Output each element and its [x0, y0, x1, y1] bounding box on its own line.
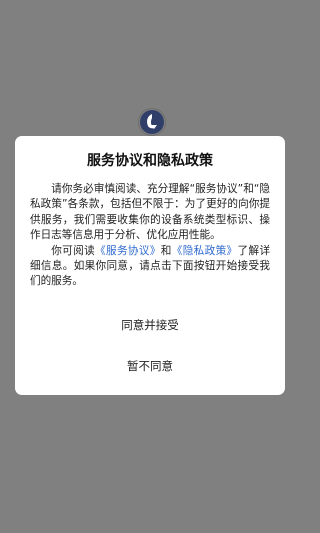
- consent-paragraph-2: 你可阅读《服务协议》和《隐私政策》了解详细信息。如果你同意，请点击下面按钮开始接…: [30, 244, 270, 290]
- service-agreement-link[interactable]: 《服务协议》: [95, 245, 161, 257]
- app-logo-icon: [138, 108, 166, 136]
- privacy-policy-link[interactable]: 《隐私政策》: [172, 245, 238, 257]
- paragraph-2-and: 和: [160, 244, 172, 257]
- dialog-body: 请你务必审慎阅读、充分理解“服务协议”和“隐私政策”各条款，包括但不限于：为了更…: [30, 182, 270, 290]
- dialog-title: 服务协议和隐私政策: [87, 153, 213, 169]
- consent-paragraph-1: 请你务必审慎阅读、充分理解“服务协议”和“隐私政策”各条款，包括但不限于：为了更…: [30, 183, 270, 242]
- privacy-consent-dialog: 服务协议和隐私政策 请你务必审慎阅读、充分理解“服务协议”和“隐私政策”各条款，…: [15, 136, 285, 395]
- disagree-button[interactable]: 暂不同意: [75, 353, 225, 379]
- paragraph-2-prefix: 你可阅读: [51, 244, 96, 257]
- agree-button[interactable]: 同意并接受: [75, 312, 225, 338]
